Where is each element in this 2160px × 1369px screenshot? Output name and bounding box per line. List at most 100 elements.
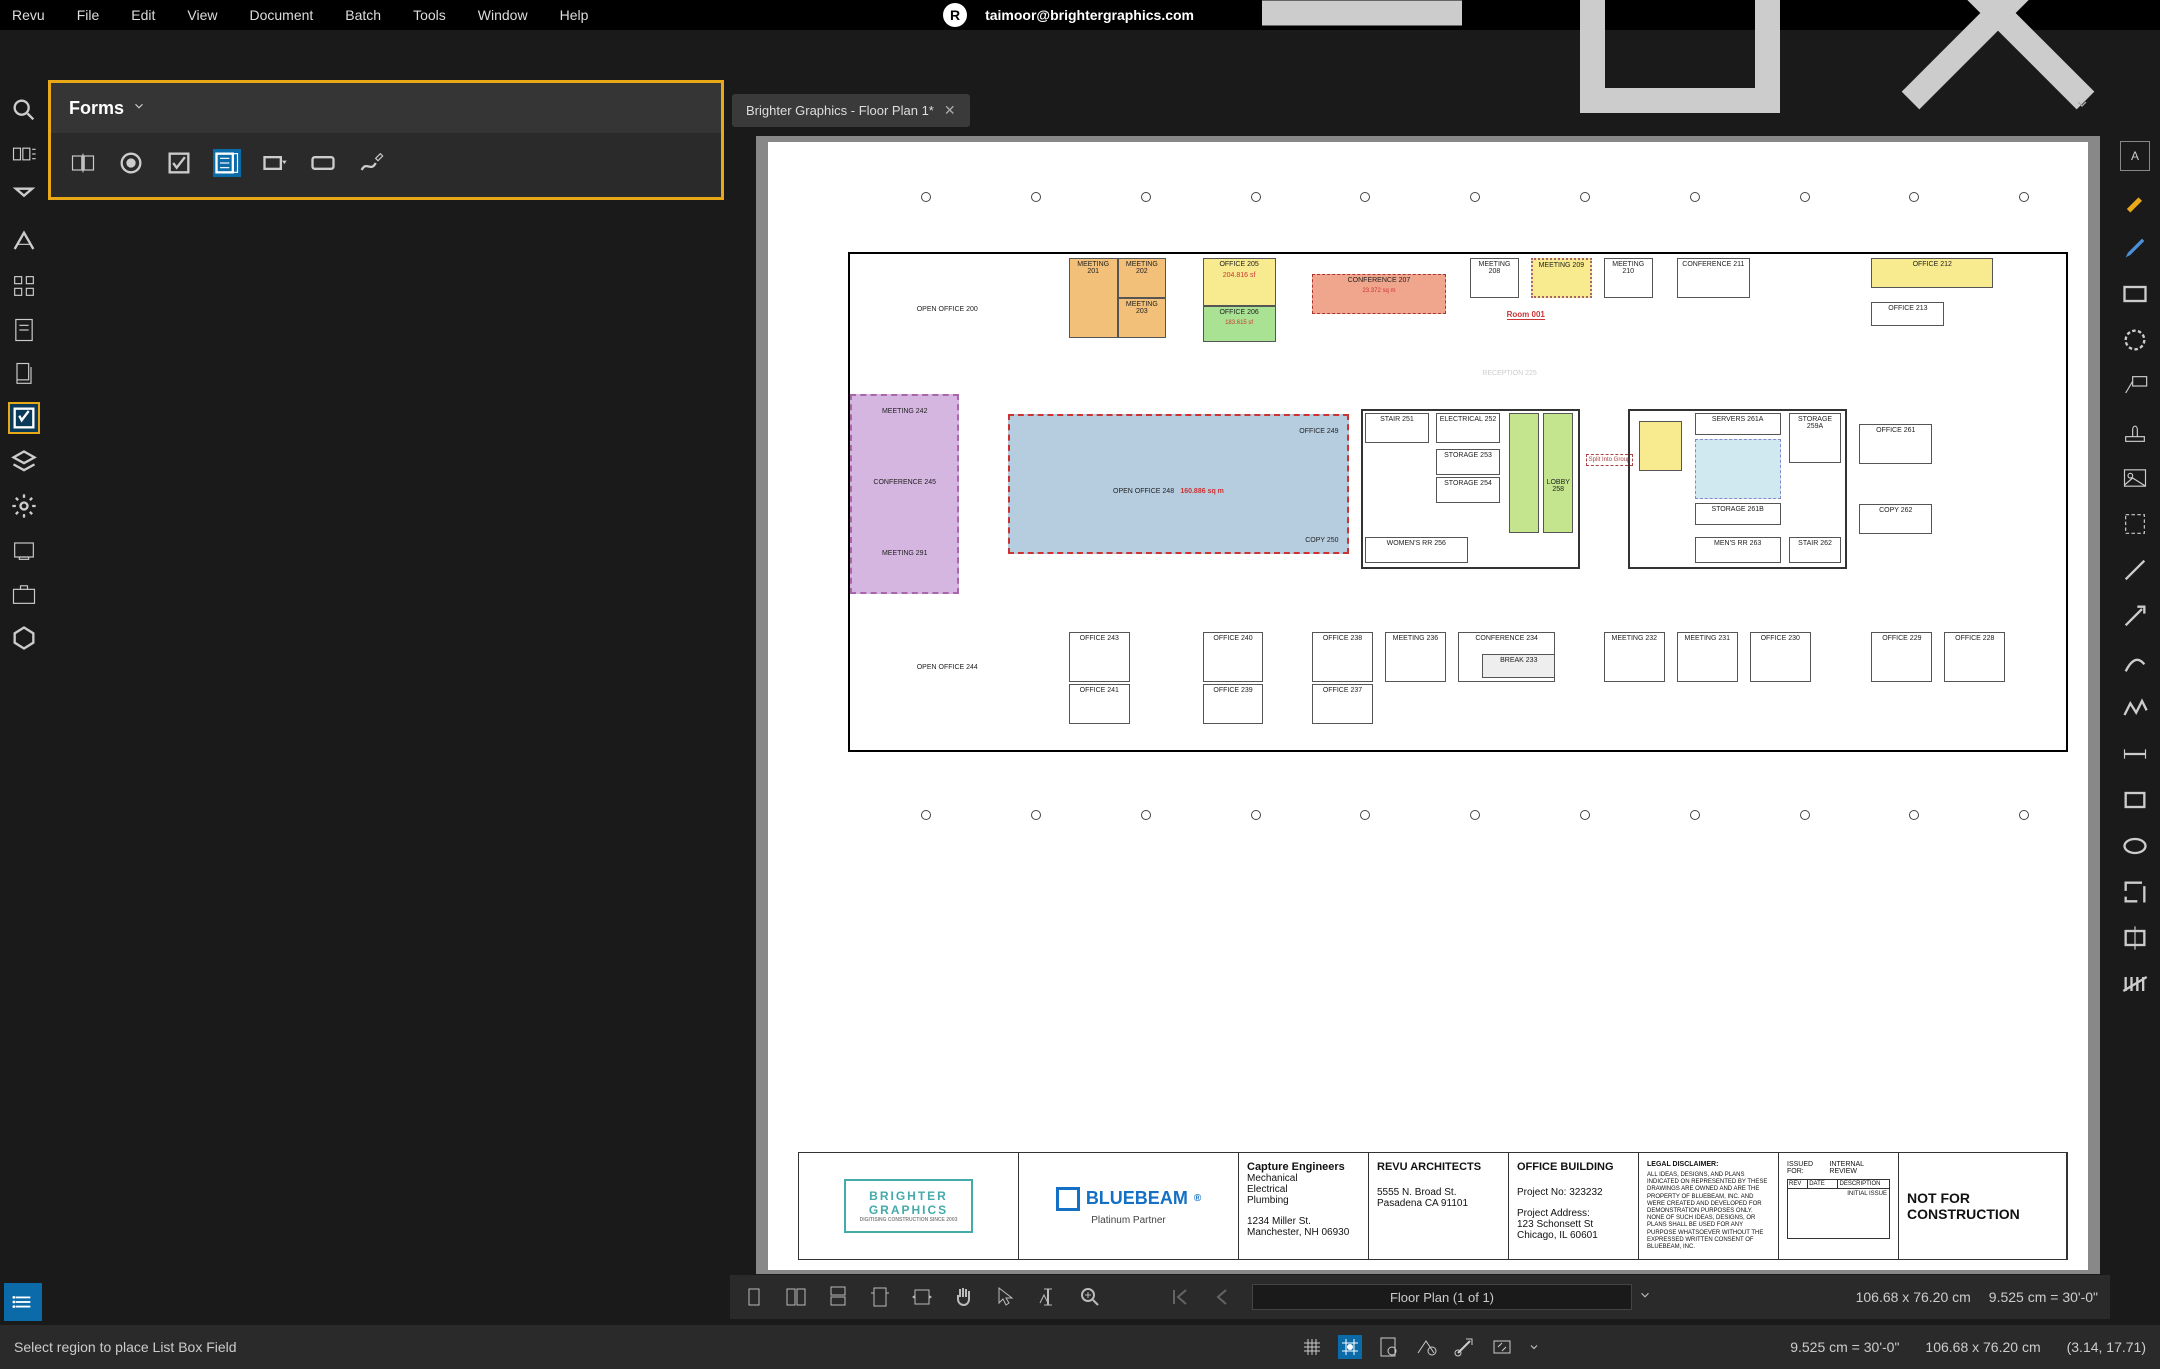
text-field-icon[interactable]	[69, 149, 97, 177]
arc-icon[interactable]	[2121, 648, 2149, 676]
side-by-side-icon[interactable]	[784, 1285, 808, 1309]
line-icon[interactable]	[2121, 556, 2149, 584]
brighter-graphics-logo: BRIGHTER GRAPHICS DIGITISING CONSTRUCTIO…	[799, 1153, 1019, 1259]
cloud-icon[interactable]	[2121, 326, 2149, 354]
document-tab[interactable]: Brighter Graphics - Floor Plan 1* ✕	[732, 94, 970, 127]
menu-batch[interactable]: Batch	[345, 7, 381, 23]
not-for-construction: NOT FOR CONSTRUCTION	[1899, 1153, 2067, 1259]
page-dropdown-icon[interactable]	[1638, 1288, 1652, 1307]
legal-disclaimer-cell: LEGAL DISCLAIMER: ALL IDEAS, DESIGNS, AN…	[1639, 1153, 1779, 1259]
zoom-icon[interactable]	[1078, 1285, 1102, 1309]
text-select-icon[interactable]	[1036, 1285, 1060, 1309]
sets-icon[interactable]	[10, 360, 38, 388]
thumbnails-icon[interactable]	[10, 140, 38, 168]
select-icon[interactable]	[994, 1285, 1018, 1309]
layers-icon[interactable]	[10, 448, 38, 476]
pan-icon[interactable]	[952, 1285, 976, 1309]
button-field-icon[interactable]	[309, 149, 337, 177]
capture-engineers-cell: Capture Engineers Mechanical Electrical …	[1239, 1153, 1369, 1259]
menu-revu[interactable]: Revu	[12, 7, 45, 23]
status-scale: 9.525 cm = 30'-0"	[1790, 1339, 1899, 1355]
document-page: MEETING 201 MEETING 202 MEETING 203 OFFI…	[768, 142, 2088, 1270]
menu-document[interactable]: Document	[249, 7, 313, 23]
revisions-cell: ISSUED FOR:INTERNAL REVIEW REVDATEDESCRI…	[1779, 1153, 1899, 1259]
title-block: BRIGHTER GRAPHICS DIGITISING CONSTRUCTIO…	[798, 1152, 2068, 1260]
callout-icon[interactable]	[2121, 372, 2149, 400]
tab-title: Brighter Graphics - Floor Plan 1*	[746, 103, 934, 118]
signature-field-icon[interactable]	[357, 149, 385, 177]
ellipse-icon[interactable]	[2121, 832, 2149, 860]
forms-icon[interactable]	[10, 404, 38, 432]
polygon-icon[interactable]	[2121, 878, 2149, 906]
pen-icon[interactable]	[2121, 234, 2149, 262]
right-rail: A	[2110, 130, 2160, 998]
tab-close-icon[interactable]: ✕	[944, 102, 956, 119]
snap-content-icon[interactable]	[1376, 1335, 1400, 1359]
forms-panel-title[interactable]: Forms	[69, 98, 124, 119]
arrow-icon[interactable]	[2121, 602, 2149, 630]
bluebeam-logo: BLUEBEAM® Platinum Partner	[1019, 1153, 1239, 1259]
forms-panel: Forms	[48, 80, 724, 200]
search-icon[interactable]	[10, 96, 38, 124]
links-icon[interactable]	[10, 624, 38, 652]
document-viewport[interactable]: MEETING 201 MEETING 202 MEETING 203 OFFI…	[756, 136, 2100, 1274]
fit-width-icon[interactable]	[910, 1285, 934, 1309]
count-icon[interactable]	[2121, 970, 2149, 998]
single-page-icon[interactable]	[742, 1285, 766, 1309]
bookmark-icon[interactable]	[10, 184, 38, 212]
properties-icon[interactable]	[10, 316, 38, 344]
first-page-icon[interactable]	[1168, 1285, 1192, 1309]
sync-dropdown-icon[interactable]	[1528, 1335, 1540, 1359]
left-rail	[0, 80, 48, 652]
page-scale: 9.525 cm = 30'-0"	[1989, 1289, 2098, 1305]
settings-icon[interactable]	[10, 492, 38, 520]
profile-a-icon[interactable]: A	[2121, 142, 2149, 170]
cloud-plus-icon[interactable]	[2121, 924, 2149, 952]
revu-architects-cell: REVU ARCHITECTS 5555 N. Broad St. Pasade…	[1369, 1153, 1509, 1259]
checkbox-icon[interactable]	[165, 149, 193, 177]
list-panel-icon[interactable]	[4, 1283, 42, 1321]
page-dimensions: 106.68 x 76.20 cm	[1856, 1289, 1971, 1305]
briefcase-icon[interactable]	[10, 580, 38, 608]
markup-icon[interactable]	[10, 228, 38, 256]
sync-icon[interactable]	[1490, 1335, 1514, 1359]
polyline-icon[interactable]	[2121, 694, 2149, 722]
textbox-icon[interactable]	[2121, 280, 2149, 308]
split-group-annotation: Split Into Group	[1586, 454, 1634, 466]
highlighter-icon[interactable]	[2121, 188, 2149, 216]
status-bar: Select region to place List Box Field 9.…	[0, 1325, 2160, 1369]
image-icon[interactable]	[2121, 464, 2149, 492]
fit-page-icon[interactable]	[868, 1285, 892, 1309]
menu-view[interactable]: View	[187, 7, 217, 23]
snapshot-icon[interactable]	[2121, 510, 2149, 538]
snap-markup-icon[interactable]	[1414, 1335, 1438, 1359]
menu-help[interactable]: Help	[560, 7, 589, 23]
dropdown-icon[interactable]	[261, 149, 289, 177]
tab-dropdown-icon[interactable]	[2074, 96, 2090, 117]
continuous-icon[interactable]	[826, 1285, 850, 1309]
studio-icon[interactable]	[10, 536, 38, 564]
rectangle-icon[interactable]	[2121, 786, 2149, 814]
dimension-icon[interactable]	[2121, 740, 2149, 768]
page-selector[interactable]: Floor Plan (1 of 1)	[1252, 1284, 1632, 1310]
reuse-icon[interactable]	[1452, 1335, 1476, 1359]
reception-label: RECEPTION 225	[1482, 370, 1536, 377]
menu-tools[interactable]: Tools	[413, 7, 446, 23]
chevron-down-icon[interactable]	[132, 99, 146, 118]
user-email[interactable]: taimoor@brightergraphics.com	[985, 7, 1194, 23]
menu-edit[interactable]: Edit	[131, 7, 155, 23]
grid-icon[interactable]	[1300, 1335, 1324, 1359]
toolchest-icon[interactable]	[10, 272, 38, 300]
status-message: Select region to place List Box Field	[14, 1339, 237, 1355]
menu-window[interactable]: Window	[478, 7, 528, 23]
room-001-annotation: Room 001	[1507, 310, 1545, 320]
floor-plan: MEETING 201 MEETING 202 MEETING 203 OFFI…	[848, 162, 2068, 922]
stamp-icon[interactable]	[2121, 418, 2149, 446]
list-box-icon[interactable]	[213, 149, 241, 177]
prev-page-icon[interactable]	[1210, 1285, 1234, 1309]
status-coordinates: (3.14, 17.71)	[2067, 1339, 2146, 1355]
menu-file[interactable]: File	[77, 7, 100, 23]
navigation-bar: Floor Plan (1 of 1) 106.68 x 76.20 cm 9.…	[730, 1275, 2110, 1319]
snap-icon[interactable]	[1338, 1335, 1362, 1359]
radio-button-icon[interactable]	[117, 149, 145, 177]
